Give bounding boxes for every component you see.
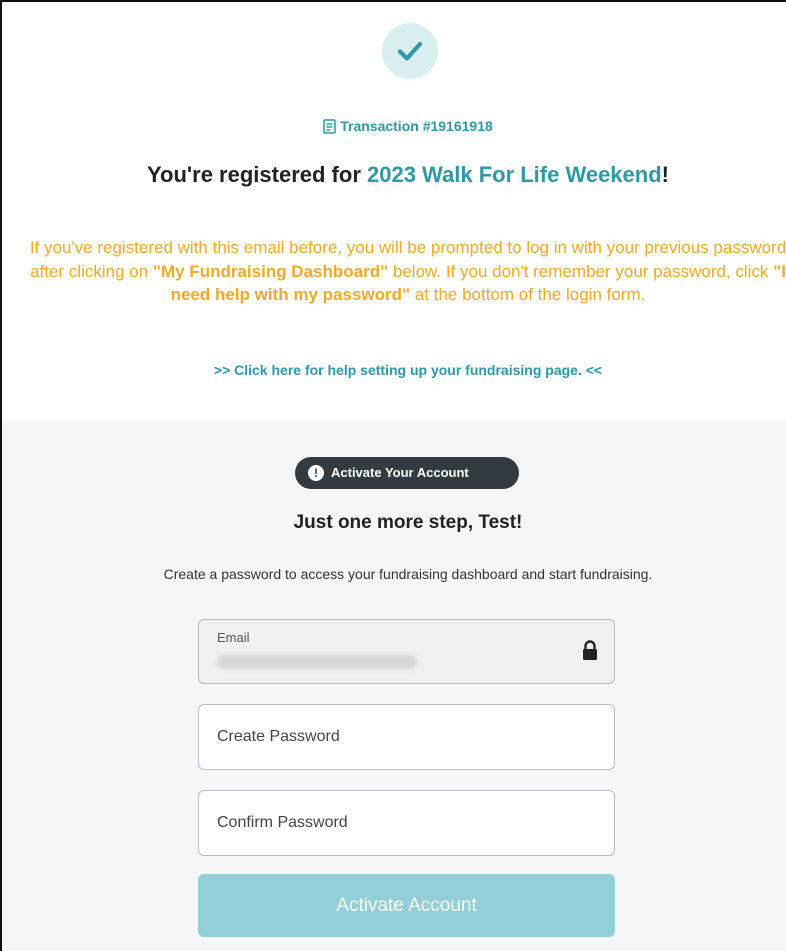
email-label: Email <box>217 630 250 645</box>
transaction-number: Transaction #19161918 <box>0 118 786 134</box>
success-check-icon <box>382 23 438 79</box>
step-title: Just one more step, Test! <box>293 512 523 533</box>
activation-section <box>2 421 786 951</box>
create-password-field[interactable] <box>198 704 615 770</box>
confirm-password-field[interactable] <box>198 790 615 856</box>
email-field: Email <box>198 619 615 684</box>
notice-text-2: below. If you don't remember your passwo… <box>388 261 774 281</box>
headline-prefix: You're registered for <box>147 162 367 187</box>
fundraising-help-link[interactable]: >> Click here for help setting up your f… <box>0 362 786 378</box>
receipt-icon <box>323 119 336 134</box>
headline-suffix: ! <box>661 162 669 187</box>
transaction-label: Transaction #19161918 <box>340 118 493 134</box>
badge-label: Activate Your Account <box>331 465 469 480</box>
create-password-input[interactable] <box>199 705 614 769</box>
event-name: 2023 Walk For Life Weekend <box>367 162 662 187</box>
registration-headline: You're registered for 2023 Walk For Life… <box>0 162 786 188</box>
returning-user-notice: If you've registered with this email bef… <box>22 236 786 307</box>
exclamation-circle-icon: ! <box>308 465 324 481</box>
notice-dashboard-label: "My Fundraising Dashboard" <box>152 261 389 281</box>
email-value-redacted <box>217 655 417 669</box>
step-description: Create a password to access your fundrai… <box>163 566 653 582</box>
confirmation-section <box>2 2 786 421</box>
lock-icon <box>583 640 597 660</box>
activate-account-badge: ! Activate Your Account <box>295 457 519 489</box>
notice-text-3: at the bottom of the login form. <box>410 285 646 304</box>
confirm-password-input[interactable] <box>199 791 614 855</box>
activate-account-button[interactable]: Activate Account <box>198 874 615 937</box>
